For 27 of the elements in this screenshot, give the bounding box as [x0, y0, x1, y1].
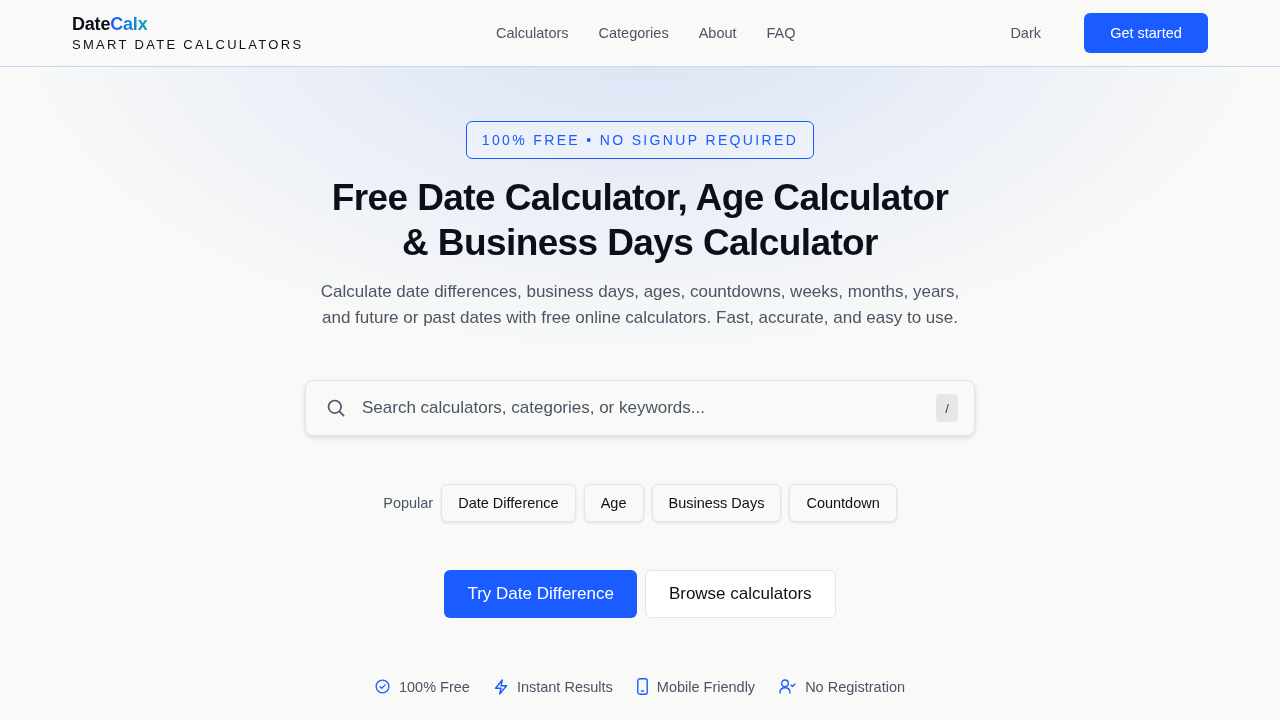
user-check-icon [779, 679, 797, 694]
nav-link[interactable]: FAQ [766, 25, 796, 41]
popular-chip[interactable]: Business Days [651, 484, 782, 522]
popular-chip[interactable]: Countdown [789, 484, 897, 522]
hero-subtitle: Calculate date differences, business days, ages, countdowns, weeks, months, years, and future or past dates with free online calculators. Fast, accurate, and easy to use. [320, 281, 960, 329]
hero-title: Free Date Calculator, Age Calculator & Business Days Calculator [331, 176, 949, 265]
phone-icon [636, 678, 648, 695]
feature-label: No Registration [805, 678, 906, 695]
feature-label: Mobile Friendly [656, 678, 756, 695]
nav-link[interactable]: Categories [598, 25, 669, 41]
get-started-button[interactable]: Get started [1084, 13, 1208, 53]
popular-chip[interactable]: Date Difference [441, 484, 576, 522]
feature-label: 100% Free [398, 678, 470, 695]
popular-chip[interactable]: Age [583, 484, 644, 522]
search-icon [327, 399, 345, 417]
shortcut-key: / [936, 394, 958, 422]
try-button[interactable]: Try Date Difference [444, 570, 637, 618]
nav-link[interactable]: Calculators [496, 25, 569, 41]
check-circle-icon [374, 679, 390, 694]
theme-toggle[interactable]: Dark [1010, 25, 1041, 41]
badge: 100% FREE • NO SIGNUP REQUIRED [465, 121, 815, 159]
lightning-icon [493, 678, 508, 695]
popular-label: Popular [383, 495, 434, 511]
feature-label: Instant Results [516, 678, 613, 695]
browse-button[interactable]: Browse calculators [644, 570, 836, 618]
tagline: SMART DATE CALCULATORS [72, 37, 304, 52]
nav-link[interactable]: About [698, 25, 737, 41]
